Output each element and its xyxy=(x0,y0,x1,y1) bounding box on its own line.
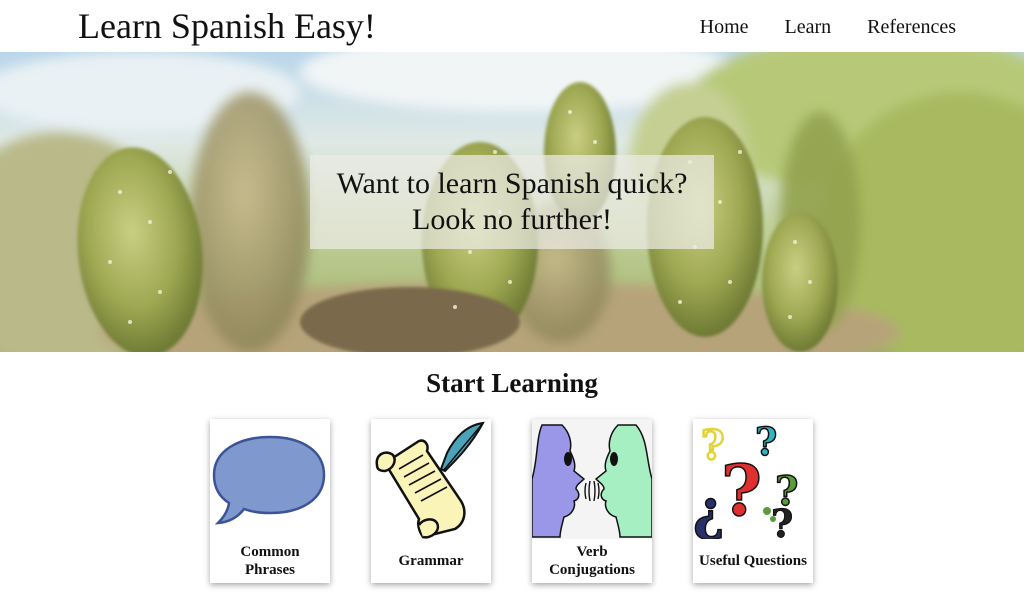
site-title[interactable]: Learn Spanish Easy! xyxy=(78,6,376,46)
hero-banner: Want to learn Spanish quick? Look no fur… xyxy=(0,52,1024,352)
main-nav: Home Learn References xyxy=(700,14,956,40)
nav-references-link[interactable]: References xyxy=(867,14,956,40)
site-header: Learn Spanish Easy! Home Learn Reference… xyxy=(0,0,1024,52)
card-verb-conjugations[interactable]: Verb Conjugations xyxy=(532,419,652,583)
card-verb-conjugations-label: Verb Conjugations xyxy=(549,544,635,578)
svg-text:?: ? xyxy=(721,449,762,532)
card-common-phrases-label: Common Phrases xyxy=(240,544,300,578)
card-useful-questions[interactable]: ? ? ? ¿ ? ? Useful Questions xyxy=(693,419,813,583)
svg-text:¿: ¿ xyxy=(693,478,725,539)
card-useful-questions-label: Useful Questions xyxy=(699,553,807,569)
question-marks-icon: ? ? ? ¿ ? ? xyxy=(693,419,799,539)
hero-tagline-line1: Want to learn Spanish quick? xyxy=(336,167,688,200)
card-grammar[interactable]: Grammar xyxy=(371,419,491,583)
nav-learn-link[interactable]: Learn xyxy=(785,14,832,40)
scroll-quill-icon xyxy=(375,421,485,539)
card-grammar-label: Grammar xyxy=(398,553,464,569)
topic-cards: Common Phrases Grammar Verb Conjugations… xyxy=(210,419,813,583)
section-title: Start Learning xyxy=(426,368,598,398)
hero-tagline-line2: Look no further! xyxy=(412,203,612,236)
hero-tagline-box: Want to learn Spanish quick? Look no fur… xyxy=(310,155,714,249)
card-common-phrases[interactable]: Common Phrases xyxy=(210,419,330,583)
nav-home-link[interactable]: Home xyxy=(700,14,749,40)
speech-bubble-icon xyxy=(212,435,326,525)
talking-faces-icon xyxy=(532,419,652,539)
